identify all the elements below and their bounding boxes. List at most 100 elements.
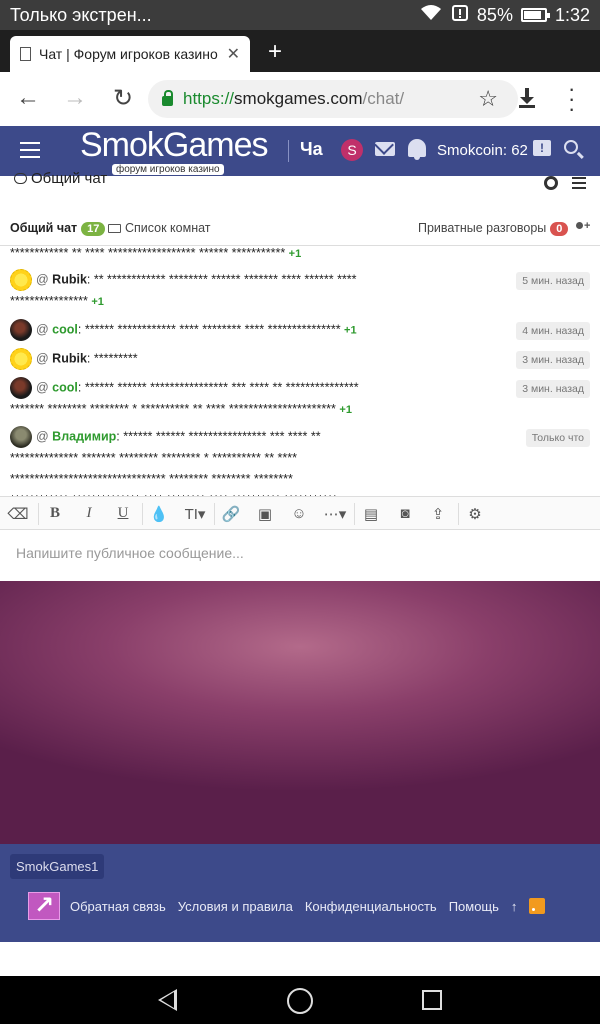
tab-private-chats[interactable]: Приватные разговоры 0 bbox=[418, 221, 569, 236]
address-bar: ← → ↻ https://smokgames.com/chat/ ☆ · · · bbox=[0, 72, 600, 126]
footer-link-contact[interactable]: Обратная связь bbox=[70, 899, 166, 914]
style-chooser-button[interactable]: SmokGames1 bbox=[10, 854, 105, 879]
site-header: SmokGames форум игроков казино Ча S Smok… bbox=[0, 126, 600, 176]
browser-tab[interactable]: Чат | Форум игроков казино ✕ bbox=[10, 36, 250, 72]
page-icon bbox=[20, 47, 31, 61]
message-list[interactable]: ************ ** **** ****************** … bbox=[0, 246, 600, 496]
chat-tabs: Общий чат 17 Список комнат Приватные разг… bbox=[0, 216, 600, 246]
home-circle-icon[interactable] bbox=[287, 988, 313, 1014]
panel-tools bbox=[544, 176, 586, 190]
smokcoin-balance[interactable]: Smokcoin: 62 bbox=[437, 142, 528, 159]
timestamp: 5 мин. назад bbox=[516, 272, 590, 290]
more-menu-icon[interactable]: · · · bbox=[568, 78, 575, 120]
font-size-button[interactable]: TI▾ bbox=[180, 505, 210, 523]
avatar[interactable] bbox=[10, 319, 32, 341]
clock: 1:32 bbox=[554, 4, 590, 25]
eraser-icon[interactable]: ⌫ bbox=[6, 505, 30, 523]
timestamp: 3 мин. назад bbox=[516, 380, 590, 398]
close-tab-icon[interactable]: ✕ bbox=[227, 44, 240, 64]
list-item: @ Владимир: ****** ****** **************… bbox=[10, 426, 590, 496]
nav-current-section[interactable]: Ча bbox=[300, 139, 323, 160]
hamburger-menu-icon[interactable] bbox=[20, 142, 40, 158]
author-name[interactable]: Владимир bbox=[52, 429, 116, 443]
alert-icon bbox=[451, 4, 469, 27]
avatar[interactable] bbox=[10, 377, 32, 399]
battery-percent: 85% bbox=[476, 4, 513, 25]
author-name[interactable]: cool bbox=[52, 322, 78, 336]
scroll-top-icon[interactable]: ↑ bbox=[511, 899, 518, 914]
settings-gear-icon[interactable]: ⚙ bbox=[463, 505, 487, 523]
tab-general-chat[interactable]: Общий чат 17 bbox=[10, 221, 106, 236]
avatar[interactable] bbox=[10, 269, 32, 291]
chat-bubble-icon bbox=[14, 173, 27, 184]
image-icon[interactable]: ▣ bbox=[253, 505, 277, 523]
message-input[interactable]: Напишите публичное сообщение... bbox=[0, 530, 600, 581]
author-name[interactable]: Rubik bbox=[52, 351, 87, 365]
tab-room-list[interactable]: Список комнат bbox=[108, 221, 211, 235]
footer-link-terms[interactable]: Условия и правила bbox=[178, 899, 293, 914]
back-arrow-icon[interactable]: ← bbox=[5, 84, 51, 112]
footer-links: Обратная связь Условия и правила Конфиде… bbox=[28, 891, 546, 920]
battery-icon bbox=[520, 8, 550, 22]
footer-link-privacy[interactable]: Конфиденциальность bbox=[305, 899, 437, 914]
bookmark-star-icon[interactable]: ☆ bbox=[478, 86, 498, 112]
back-triangle-icon[interactable] bbox=[158, 989, 177, 1011]
site-footer: SmokGames1 Обратная связь Условия и прав… bbox=[0, 844, 600, 942]
site-logo[interactable]: SmokGames bbox=[80, 126, 268, 165]
bold-button[interactable]: B bbox=[43, 505, 67, 522]
browser-tab-strip: Чат | Форум игроков казино ✕ + bbox=[0, 30, 600, 72]
list-item: @ cool: ****** ****** **************** *… bbox=[10, 377, 590, 421]
logo-subtitle: форум игроков казино bbox=[112, 164, 224, 175]
list-item: @ cool: ****** ************ **** *******… bbox=[10, 319, 590, 341]
list-item: @ Rubik: ********* 3 мин. назад bbox=[10, 348, 590, 370]
list-menu-icon[interactable] bbox=[572, 177, 586, 189]
panel-title: Общий чат bbox=[14, 170, 107, 187]
footer-logo-icon[interactable] bbox=[28, 891, 60, 920]
chat-panel: Общий чат Общий чат 17 Список комнат Прив… bbox=[0, 170, 600, 581]
underline-button[interactable]: U bbox=[111, 505, 135, 522]
author-name[interactable]: Rubik bbox=[52, 272, 87, 286]
user-avatar[interactable]: S bbox=[341, 139, 363, 161]
smiley-icon[interactable]: ☺ bbox=[287, 505, 311, 522]
new-tab-icon[interactable]: + bbox=[268, 38, 282, 66]
list-item: ************ ** **** ****************** … bbox=[10, 246, 302, 260]
money-icon[interactable]: ▤ bbox=[359, 505, 383, 523]
timestamp: 4 мин. назад bbox=[516, 322, 590, 340]
search-icon[interactable] bbox=[564, 140, 578, 154]
more-options-icon[interactable]: ⋯▾ bbox=[320, 505, 350, 523]
chat-alert-icon[interactable]: ! bbox=[533, 140, 551, 156]
editor-toolbar: ⌫ B I U 💧 TI▾ 🔗 ▣ ☺ ⋯▾ ▤ ◙ ⇪ ⚙ bbox=[0, 496, 600, 530]
download-icon[interactable] bbox=[518, 88, 536, 114]
status-bar: Только экстрен... 85% 1:32 bbox=[0, 0, 600, 30]
bell-icon[interactable] bbox=[408, 139, 426, 160]
url-field[interactable]: https://smokgames.com/chat/ ☆ bbox=[148, 80, 518, 118]
lock-icon bbox=[162, 90, 173, 106]
android-nav-bar bbox=[0, 976, 600, 1024]
italic-button[interactable]: I bbox=[77, 505, 101, 522]
tab-title: Чат | Форум игроков казино bbox=[39, 46, 218, 62]
rss-icon[interactable] bbox=[529, 898, 546, 914]
forward-arrow-icon[interactable]: → bbox=[52, 84, 98, 112]
color-drop-icon[interactable]: 💧 bbox=[147, 505, 171, 523]
author-name[interactable]: cool bbox=[52, 380, 78, 394]
wifi-icon bbox=[419, 4, 443, 27]
avatar[interactable] bbox=[10, 426, 32, 448]
link-icon[interactable]: 🔗 bbox=[219, 505, 243, 523]
recent-apps-icon[interactable] bbox=[422, 990, 442, 1010]
avatar[interactable] bbox=[10, 348, 32, 370]
timestamp: 3 мин. назад bbox=[516, 351, 590, 369]
camera-icon[interactable]: ◙ bbox=[393, 505, 417, 522]
page-bottom bbox=[0, 942, 600, 976]
help-lifering-icon[interactable] bbox=[544, 176, 558, 190]
notification-text: Только экстрен... bbox=[10, 4, 152, 25]
private-count-badge: 0 bbox=[550, 222, 569, 236]
footer-link-help[interactable]: Помощь bbox=[449, 899, 499, 914]
timestamp: Только что bbox=[525, 429, 590, 447]
add-user-icon[interactable] bbox=[574, 220, 590, 236]
background-gradient bbox=[0, 581, 600, 844]
reload-icon[interactable]: ↻ bbox=[100, 84, 146, 113]
general-count-badge: 17 bbox=[81, 222, 106, 236]
mail-icon[interactable] bbox=[375, 142, 395, 156]
upload-icon[interactable]: ⇪ bbox=[426, 505, 450, 523]
list-item: @ Rubik: ** ************ ******** ******… bbox=[10, 269, 590, 313]
